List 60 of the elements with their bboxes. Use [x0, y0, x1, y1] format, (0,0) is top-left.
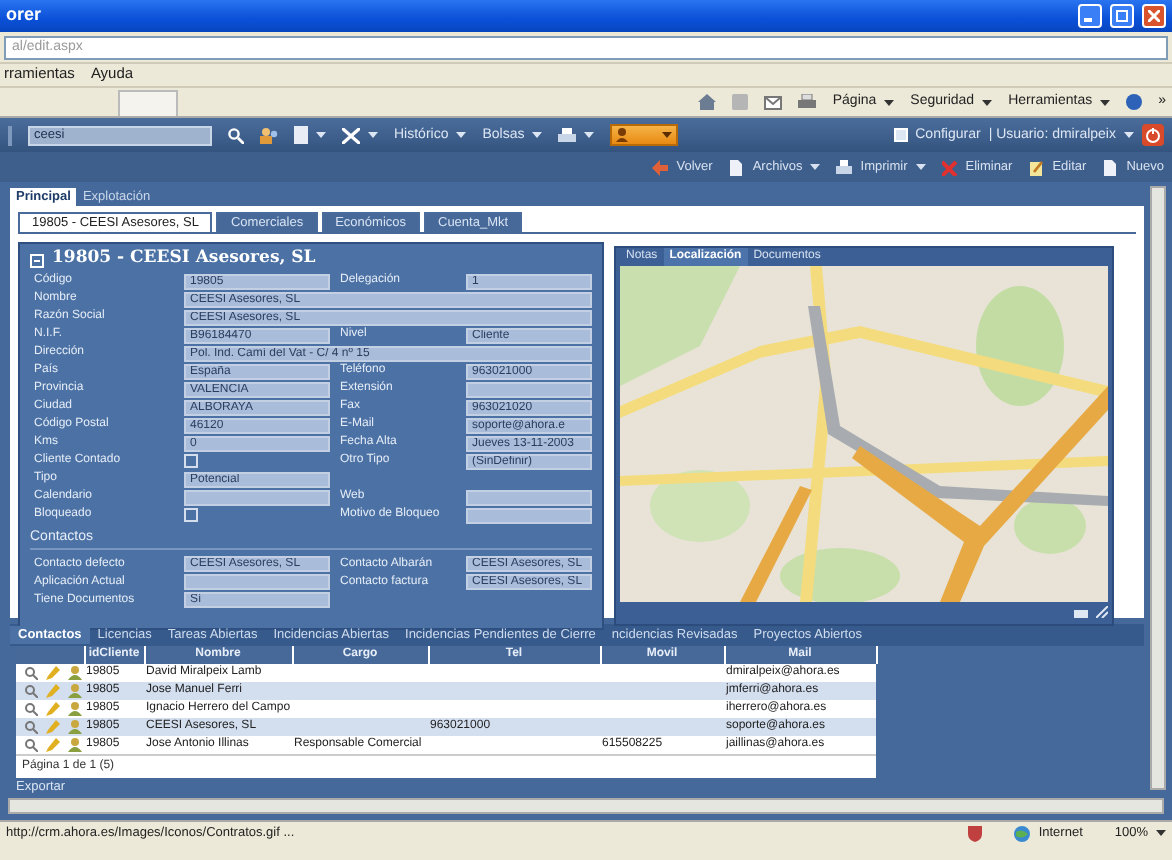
printer-icon[interactable]	[558, 127, 577, 143]
text-field[interactable]	[466, 507, 592, 524]
configure-checkbox[interactable]	[893, 128, 908, 142]
caret-icon	[1124, 132, 1134, 138]
magnifier-icon[interactable]	[24, 738, 38, 753]
mail-icon[interactable]	[764, 95, 783, 109]
delete-icon	[941, 159, 958, 175]
checkbox[interactable]	[184, 508, 198, 523]
caret-icon	[584, 132, 595, 138]
home-icon[interactable]	[698, 94, 717, 110]
maximize-icon	[1116, 10, 1128, 22]
close-icon	[1148, 10, 1160, 22]
document-icon	[1102, 159, 1119, 175]
checkbox[interactable]	[184, 454, 198, 469]
caret-icon	[982, 99, 993, 105]
search-icon[interactable]	[228, 127, 244, 143]
magnifier-icon[interactable]	[24, 720, 38, 735]
maximize-button[interactable]	[1110, 4, 1134, 28]
text-field[interactable]	[466, 489, 592, 506]
person-icon[interactable]	[68, 720, 82, 735]
caret-icon	[1156, 829, 1166, 836]
power-button[interactable]	[1142, 124, 1164, 146]
scrollbar[interactable]	[8, 798, 1164, 814]
scrollbar[interactable]	[1150, 186, 1166, 790]
caret-icon	[532, 132, 543, 138]
window-title: orer	[6, 6, 42, 26]
person-icon[interactable]	[68, 684, 82, 699]
caret-icon	[915, 164, 926, 170]
person-icon[interactable]	[68, 738, 82, 753]
document-icon	[728, 159, 745, 175]
panel-title: 19805 - CEESI Asesores, SL	[52, 250, 316, 270]
magnifier-icon[interactable]	[24, 684, 38, 699]
back-arrow-icon	[652, 159, 669, 175]
person-icon[interactable]	[68, 702, 82, 717]
globe-icon	[1014, 825, 1031, 841]
caret-icon	[884, 99, 895, 105]
caret-icon	[456, 132, 467, 138]
minimize-button[interactable]	[1078, 4, 1102, 28]
printer-icon	[836, 159, 853, 175]
pencil-icon	[1028, 159, 1045, 175]
resize-grip-icon[interactable]	[1096, 605, 1108, 618]
person-icon[interactable]	[68, 666, 82, 681]
caret-icon	[368, 132, 378, 138]
caret-icon	[316, 132, 326, 138]
caret-icon	[810, 164, 821, 170]
caret-icon	[662, 132, 673, 138]
person-icon	[616, 128, 629, 142]
magnifier-icon[interactable]	[24, 666, 38, 681]
shield-icon	[968, 825, 983, 841]
magnifier-icon[interactable]	[24, 702, 38, 717]
caret-icon	[1100, 99, 1111, 105]
close-button[interactable]	[1142, 4, 1166, 28]
text-field[interactable]	[184, 489, 330, 506]
person-menu-button[interactable]	[610, 124, 679, 146]
printer-icon[interactable]	[798, 94, 817, 110]
people-icon[interactable]	[260, 127, 278, 143]
printer-icon[interactable]	[1074, 605, 1088, 618]
text-field[interactable]	[184, 574, 330, 591]
collapse-icon[interactable]	[30, 253, 44, 268]
text-field[interactable]	[466, 381, 592, 398]
